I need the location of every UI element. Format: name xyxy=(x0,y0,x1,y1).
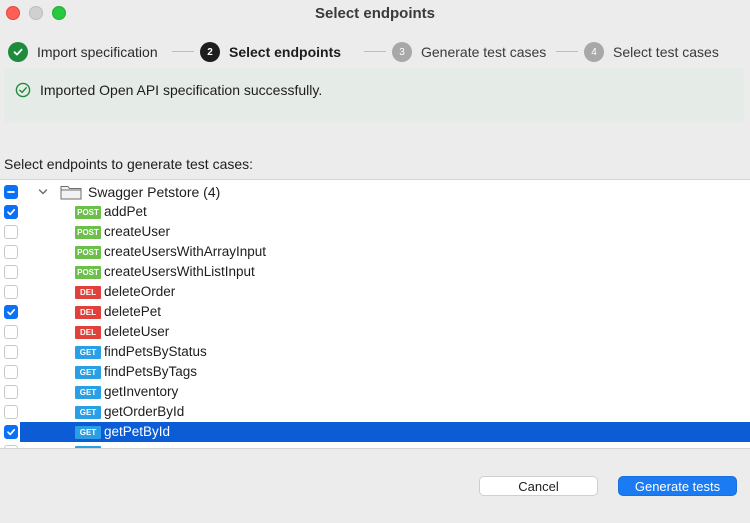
endpoint-row[interactable]: GET getInventory xyxy=(0,382,750,402)
http-method-badge: POST xyxy=(75,206,101,219)
step-number-badge: 4 xyxy=(584,42,604,62)
step-label: Select endpoints xyxy=(229,44,342,60)
step-select-endpoints: 2 Select endpoints xyxy=(200,40,341,64)
endpoint-name: deleteUser xyxy=(104,324,170,339)
success-notice: Imported Open API specification successf… xyxy=(4,68,744,122)
endpoint-row[interactable]: DEL deletePet xyxy=(0,302,750,322)
http-method-badge: DEL xyxy=(75,306,101,319)
endpoint-name: findPetsByStatus xyxy=(104,344,207,359)
endpoint-row[interactable]: POST addPet xyxy=(0,202,750,222)
checkmark-icon xyxy=(7,208,16,216)
http-method-badge: DEL xyxy=(75,326,101,339)
endpoint-tree[interactable]: Swagger Petstore (4) POST addPet POST creat… xyxy=(0,179,750,449)
http-method-badge: GET xyxy=(75,426,101,439)
step-label: Import specification xyxy=(37,44,158,60)
endpoint-row[interactable]: DEL deleteOrder xyxy=(0,282,750,302)
endpoint-name: createUser xyxy=(104,224,171,239)
window-title: Select endpoints xyxy=(314,5,436,22)
minus-icon xyxy=(7,191,15,193)
step-label: Generate test cases xyxy=(421,44,547,60)
step-connector xyxy=(556,51,578,52)
wizard-steps: Import specification 2 Select endpoints … xyxy=(0,40,750,64)
endpoint-name: addPet xyxy=(104,204,147,219)
endpoint-name: createUsersWithArrayInput xyxy=(104,244,267,259)
endpoint-checkbox[interactable] xyxy=(4,385,18,399)
cancel-button[interactable]: Cancel xyxy=(479,476,598,496)
folder-icon xyxy=(60,186,82,200)
step-connector xyxy=(172,51,194,52)
endpoint-row[interactable]: GET getOrderById xyxy=(0,402,750,422)
checkmark-icon xyxy=(7,428,16,436)
endpoint-checkbox xyxy=(4,445,18,448)
endpoint-name: createUsersWithListInput xyxy=(104,264,255,279)
endpoint-name: findPetsByTags xyxy=(104,364,198,379)
step-import-specification: Import specification xyxy=(8,40,158,64)
step-generate-test-cases: 3 Generate test cases xyxy=(392,40,546,64)
notice-text: Imported Open API specification successf… xyxy=(40,82,323,98)
step-label: Select test cases xyxy=(613,44,719,60)
endpoint-checkbox[interactable] xyxy=(4,325,18,339)
endpoint-row[interactable]: DEL deleteUser xyxy=(0,322,750,342)
endpoint-checkbox[interactable] xyxy=(4,365,18,379)
endpoint-row[interactable]: POST createUser xyxy=(0,222,750,242)
check-circle-icon xyxy=(15,82,31,98)
http-method-badge: POST xyxy=(75,266,101,279)
endpoint-checkbox[interactable] xyxy=(4,285,18,299)
chevron-down-icon[interactable] xyxy=(38,188,48,196)
endpoint-name: deleteOrder xyxy=(104,284,176,299)
endpoint-name: getOrderById xyxy=(104,404,185,419)
endpoint-row[interactable]: POST createUsersWithListInput xyxy=(0,262,750,282)
endpoint-row[interactable]: POST createUsersWithArrayInput xyxy=(0,242,750,262)
endpoint-row[interactable]: GET findPetsByTags xyxy=(0,362,750,382)
title-bar: Select endpoints xyxy=(0,0,750,28)
step-select-test-cases: 4 Select test cases xyxy=(584,40,719,64)
endpoint-row-partial xyxy=(0,442,750,448)
http-method-badge: DEL xyxy=(75,286,101,299)
step-connector xyxy=(364,51,386,52)
endpoints-section-label: Select endpoints to generate test cases: xyxy=(4,156,254,172)
generate-tests-button[interactable]: Generate tests xyxy=(618,476,737,496)
endpoint-checkbox[interactable] xyxy=(4,205,18,219)
tree-group-row[interactable]: Swagger Petstore (4) xyxy=(0,182,750,202)
endpoint-checkbox[interactable] xyxy=(4,265,18,279)
group-name: Swagger Petstore (4) xyxy=(88,184,221,200)
endpoint-checkbox[interactable] xyxy=(4,305,18,319)
endpoint-row[interactable]: GET getPetById xyxy=(0,422,750,442)
step-done-icon xyxy=(8,42,28,62)
http-method-badge: POST xyxy=(75,246,101,259)
http-method-badge xyxy=(75,446,101,448)
step-number-badge: 3 xyxy=(392,42,412,62)
endpoint-name: deletePet xyxy=(104,304,162,319)
endpoint-checkbox[interactable] xyxy=(4,225,18,239)
endpoint-checkbox[interactable] xyxy=(4,345,18,359)
checkmark-icon xyxy=(7,308,16,316)
group-checkbox[interactable] xyxy=(4,185,18,199)
endpoint-name: getInventory xyxy=(104,384,179,399)
http-method-badge: POST xyxy=(75,226,101,239)
http-method-badge: GET xyxy=(75,346,101,359)
http-method-badge: GET xyxy=(75,366,101,379)
endpoint-checkbox[interactable] xyxy=(4,425,18,439)
endpoint-row[interactable]: GET findPetsByStatus xyxy=(0,342,750,362)
endpoint-name: getPetById xyxy=(104,424,171,439)
http-method-badge: GET xyxy=(75,406,101,419)
endpoint-checkbox[interactable] xyxy=(4,245,18,259)
step-number-badge: 2 xyxy=(200,42,220,62)
http-method-badge: GET xyxy=(75,386,101,399)
endpoint-checkbox[interactable] xyxy=(4,405,18,419)
